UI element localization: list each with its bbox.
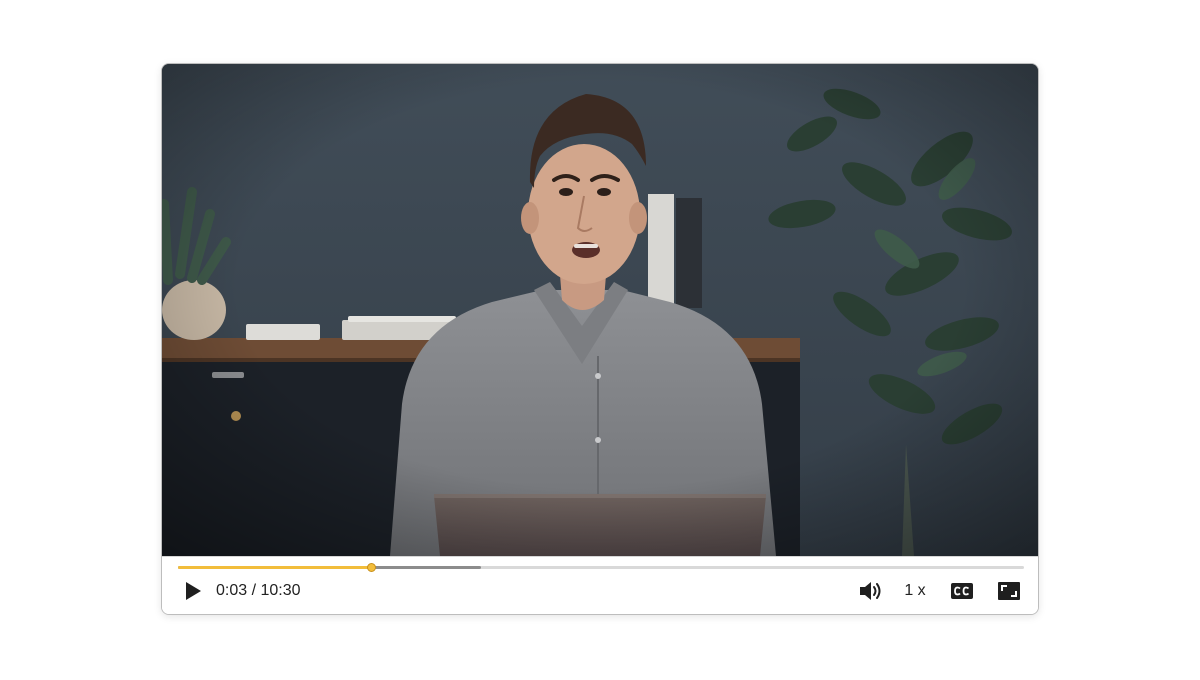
play-button[interactable] bbox=[182, 577, 204, 605]
play-icon bbox=[186, 582, 201, 600]
video-still-image bbox=[162, 64, 1038, 556]
time-display: 0:03 / 10:30 bbox=[216, 582, 301, 599]
progress-played bbox=[178, 566, 371, 569]
closed-captions-button[interactable] bbox=[949, 577, 975, 605]
fullscreen-icon bbox=[998, 582, 1020, 600]
video-controls-bar: 0:03 / 10:30 1 x bbox=[162, 556, 1038, 614]
closed-captions-icon bbox=[951, 583, 973, 599]
progress-bar[interactable] bbox=[178, 563, 1024, 572]
volume-button[interactable] bbox=[858, 577, 884, 605]
video-frame[interactable] bbox=[162, 64, 1038, 556]
video-player: 0:03 / 10:30 1 x bbox=[161, 63, 1039, 615]
fullscreen-button[interactable] bbox=[996, 577, 1022, 605]
progress-scrubber-handle[interactable] bbox=[366, 563, 376, 572]
volume-icon bbox=[860, 582, 881, 600]
playback-speed-button[interactable]: 1 x bbox=[900, 577, 930, 605]
